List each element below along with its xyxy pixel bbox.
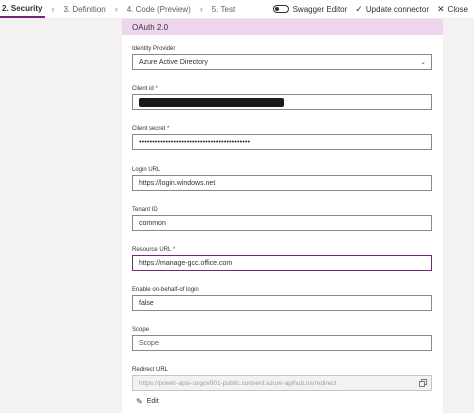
pencil-icon: ✎ (136, 397, 143, 406)
scope-field: Scope Scope (132, 326, 432, 351)
update-connector-button[interactable]: ✓ Update connector (355, 4, 429, 15)
login-url-input[interactable]: https://login.windows.net (132, 175, 432, 191)
field-label: Client id * (132, 86, 158, 92)
field-label: Client secret * (132, 126, 170, 132)
swagger-editor-toggle[interactable]: Swagger Editor (272, 5, 347, 14)
field-label: Identity Provider (132, 46, 176, 52)
identity-provider-dropdown[interactable]: Azure Active Directory ⌄ (132, 54, 432, 70)
tenant-id-field: Tenant ID common (132, 206, 432, 231)
field-label: Tenant ID (132, 207, 158, 213)
panel-header: OAuth 2.0 (122, 19, 443, 35)
chevron-right-icon: › (51, 4, 55, 14)
obo-login-input[interactable]: false (132, 295, 432, 311)
field-label: Redirect URL (132, 367, 169, 373)
edit-button[interactable]: ✎ Edit (136, 397, 159, 406)
client-id-field: Client id * (132, 85, 432, 110)
tenant-id-input[interactable]: common (132, 215, 432, 231)
login-url-field: Login URL https://login.windows.net (132, 166, 432, 191)
resource-url-field: Resource URL * https://manage-gcc.office… (132, 246, 432, 271)
field-label: Resource URL * (132, 247, 176, 253)
identity-provider-field: Identity Provider Azure Active Directory… (132, 45, 432, 70)
checkmark-icon: ✓ (355, 3, 363, 14)
close-icon: ✕ (437, 3, 445, 14)
resource-url-input[interactable]: https://manage-gcc.office.com (132, 255, 432, 271)
top-bar: 2. Security › 3. Definition › 4. Code (P… (0, 0, 474, 19)
client-secret-field: Client secret * ••••••••••••••••••••••••… (132, 125, 432, 150)
redirect-url-input: https://power-apis-usgov001-public.conse… (132, 375, 432, 391)
redacted-value (139, 97, 284, 107)
client-secret-input[interactable]: ••••••••••••••••••••••••••••••••••••••••… (132, 134, 432, 150)
toggle-switch-icon (272, 5, 289, 13)
chevron-right-icon: › (199, 4, 203, 14)
oauth-panel: OAuth 2.0 Identity Provider Azure Active… (122, 19, 443, 413)
field-label: Scope (132, 327, 150, 333)
obo-login-field: Enable on-behalf-of login false (132, 286, 432, 311)
close-button[interactable]: ✕ Close (437, 4, 468, 15)
field-label: Login URL (132, 167, 161, 173)
copy-icon[interactable] (419, 379, 427, 387)
field-label: Enable on-behalf-of login (132, 287, 199, 293)
step-security[interactable]: 2. Security (0, 0, 46, 18)
chevron-right-icon: › (114, 4, 118, 14)
step-definition[interactable]: 3. Definition (60, 0, 108, 18)
redirect-url-field: Redirect URL https://power-apis-usgov001… (132, 366, 432, 391)
scope-input[interactable]: Scope (132, 335, 432, 351)
client-id-input[interactable] (132, 94, 432, 110)
step-test[interactable]: 5. Test (209, 0, 238, 18)
chevron-down-icon: ⌄ (420, 59, 426, 66)
step-code-preview[interactable]: 4. Code (Preview) (124, 0, 194, 18)
